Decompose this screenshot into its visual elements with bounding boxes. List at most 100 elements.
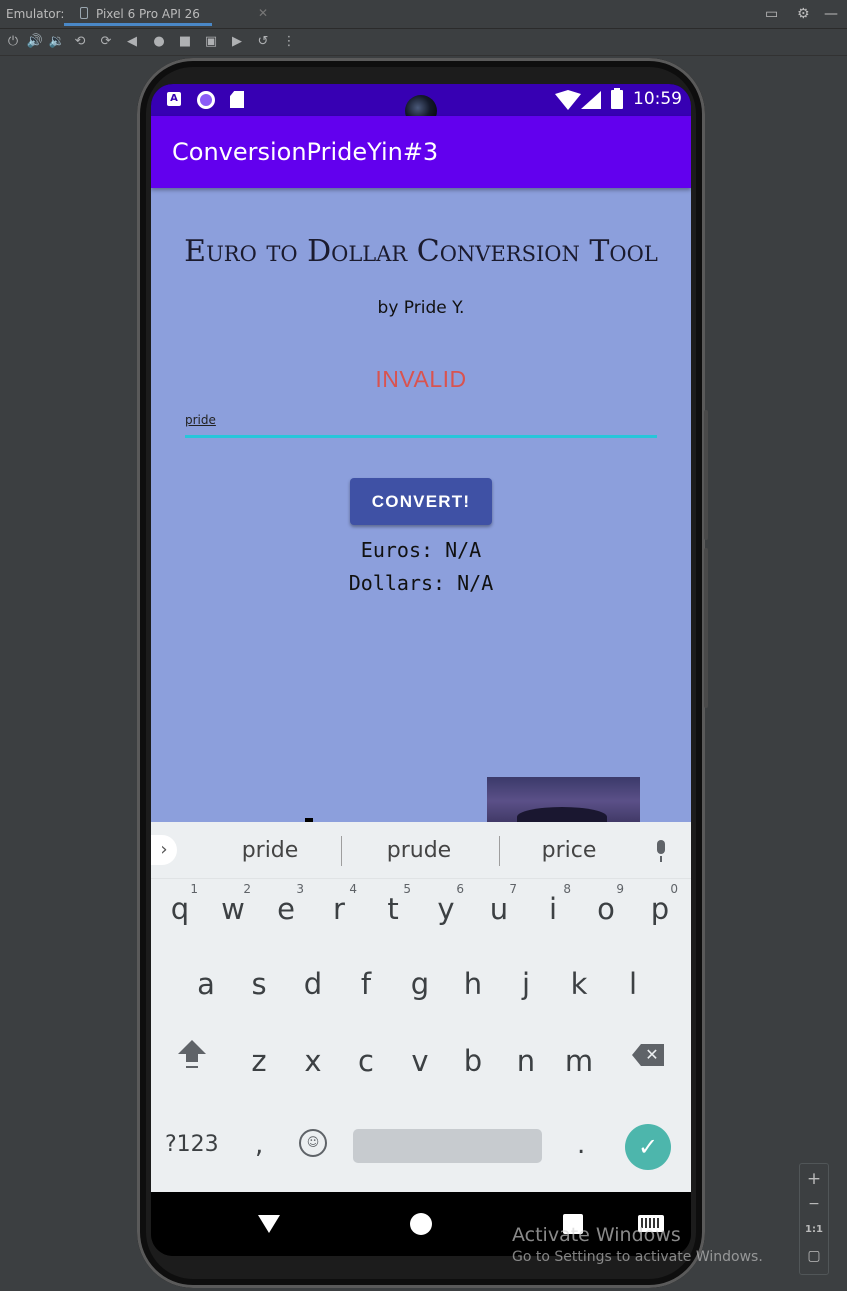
key-p[interactable]: p0 xyxy=(634,880,686,940)
volume-up-icon[interactable]: 🔊 xyxy=(26,33,44,51)
rotate-left-icon[interactable]: ⟲ xyxy=(71,33,89,51)
key-l[interactable]: l xyxy=(607,955,659,1015)
suggestion-strip: › pride prude price xyxy=(151,822,691,879)
key-h[interactable]: h xyxy=(447,955,499,1015)
app-bar: ConversionPrideYin#3 xyxy=(151,116,691,188)
emulator-titlebar: Emulator: Pixel 6 Pro API 26 ✕ ▭ ⚙ — xyxy=(0,0,847,29)
key-d[interactable]: d xyxy=(287,955,339,1015)
backspace-icon[interactable]: ✕ xyxy=(632,1044,664,1066)
key-k[interactable]: k xyxy=(553,955,605,1015)
shift-icon[interactable] xyxy=(178,1040,206,1068)
key-label: f xyxy=(360,967,372,1001)
signal-icon xyxy=(581,91,601,109)
key-label: q xyxy=(170,892,190,926)
key-v[interactable]: v xyxy=(394,1032,446,1092)
activation-watermark-subtitle: Go to Settings to activate Windows. xyxy=(512,1249,763,1265)
suggestion-1[interactable]: pride xyxy=(210,838,330,863)
device-icon xyxy=(80,7,88,19)
key-label: e xyxy=(277,892,295,926)
rotate-right-icon[interactable]: ⟳ xyxy=(97,33,115,51)
key-q[interactable]: q1 xyxy=(154,880,206,940)
shift-arrow xyxy=(178,1040,206,1054)
app-title: ConversionPrideYin#3 xyxy=(172,138,439,166)
key-u[interactable]: u7 xyxy=(473,880,525,940)
key-label: l xyxy=(628,967,638,1001)
overview-icon[interactable]: ■ xyxy=(176,33,194,51)
key-r[interactable]: r4 xyxy=(313,880,365,940)
period-key[interactable]: . xyxy=(577,1130,585,1160)
key-a[interactable]: a xyxy=(180,955,232,1015)
key-m[interactable]: m xyxy=(553,1032,605,1092)
window-mode-icon[interactable]: ▭ xyxy=(765,6,778,22)
comma-key[interactable]: , xyxy=(255,1130,263,1160)
emulator-toolbar: ⏻ 🔊 🔉 ⟲ ⟳ ◀ ● ■ ▣ ▶ ↺ ⋮ xyxy=(0,29,847,56)
key-s[interactable]: s xyxy=(233,955,285,1015)
key-x[interactable]: x xyxy=(287,1032,339,1092)
zoom-out-button[interactable]: − xyxy=(800,1196,828,1212)
activation-watermark-title: Activate Windows xyxy=(512,1224,681,1246)
key-b[interactable]: b xyxy=(447,1032,499,1092)
key-n[interactable]: n xyxy=(500,1032,552,1092)
key-label: j xyxy=(521,967,531,1001)
volume-down-icon[interactable]: 🔉 xyxy=(48,33,66,51)
device-tab-label: Pixel 6 Pro API 26 xyxy=(96,7,200,21)
more-icon[interactable]: ⋮ xyxy=(280,33,298,51)
expand-suggestions-icon[interactable]: › xyxy=(151,835,177,865)
euros-result: Euros: N/A xyxy=(360,538,482,562)
space-bar[interactable] xyxy=(353,1129,542,1163)
key-t[interactable]: t5 xyxy=(367,880,419,940)
nav-home-icon[interactable] xyxy=(410,1213,432,1235)
key-g[interactable]: g xyxy=(394,955,446,1015)
screenshot-icon[interactable]: ▣ xyxy=(202,33,220,51)
key-label: m xyxy=(564,1044,594,1078)
euro-input[interactable]: pride xyxy=(185,410,657,438)
key-label: i xyxy=(548,892,558,926)
suggestion-divider xyxy=(341,836,342,866)
key-c[interactable]: c xyxy=(340,1032,392,1092)
minimize-icon[interactable]: — xyxy=(824,6,838,22)
key-number-hint: 2 xyxy=(243,882,251,896)
zoom-in-button[interactable]: + xyxy=(800,1169,828,1189)
phone-screen: A 10:59 ConversionPrideYin#3 Euro to Dol… xyxy=(151,84,691,1256)
home-icon[interactable]: ● xyxy=(150,33,168,51)
screen-record-icon[interactable]: ▶ xyxy=(228,33,246,51)
euro-input-value[interactable]: pride xyxy=(185,413,216,427)
key-i[interactable]: i8 xyxy=(527,880,579,940)
key-y[interactable]: y6 xyxy=(420,880,472,940)
fit-screen-icon[interactable]: ▢ xyxy=(800,1248,828,1264)
key-number-hint: 4 xyxy=(349,882,357,896)
key-label: t xyxy=(387,892,399,926)
key-label: u xyxy=(489,892,509,926)
device-tab[interactable]: Pixel 6 Pro API 26 ✕ xyxy=(64,0,268,26)
key-label: p xyxy=(650,892,670,926)
key-o[interactable]: o9 xyxy=(580,880,632,940)
microphone-icon[interactable] xyxy=(657,840,665,862)
key-e[interactable]: e3 xyxy=(260,880,312,940)
nav-back-icon[interactable] xyxy=(258,1215,280,1233)
key-z[interactable]: z xyxy=(233,1032,285,1092)
symbols-key[interactable]: ?123 xyxy=(165,1132,219,1157)
key-w[interactable]: w2 xyxy=(207,880,259,940)
convert-button[interactable]: CONVERT! xyxy=(350,478,492,525)
suggestion-2[interactable]: prude xyxy=(359,838,479,863)
input-underline xyxy=(185,435,657,438)
enter-check-icon[interactable]: ✓ xyxy=(625,1124,671,1170)
key-label: y xyxy=(437,892,455,926)
emoji-icon[interactable]: ☺ xyxy=(299,1129,327,1157)
close-tab-icon[interactable]: ✕ xyxy=(258,6,268,20)
settings-gear-icon[interactable]: ⚙ xyxy=(797,6,810,22)
back-icon[interactable]: ◀ xyxy=(123,33,141,51)
key-label: x xyxy=(304,1044,322,1078)
snapshot-icon[interactable]: ↺ xyxy=(254,33,272,51)
key-f[interactable]: f xyxy=(340,955,392,1015)
power-icon[interactable]: ⏻ xyxy=(4,33,22,51)
key-j[interactable]: j xyxy=(500,955,552,1015)
key-number-hint: 3 xyxy=(296,882,304,896)
key-label: a xyxy=(197,967,215,1001)
zoom-actual-size-button[interactable]: 1:1 xyxy=(800,1224,828,1235)
key-number-hint: 7 xyxy=(509,882,517,896)
emulator-label: Emulator: xyxy=(6,7,65,21)
key-label: s xyxy=(251,967,267,1001)
status-time: 10:59 xyxy=(633,89,682,109)
suggestion-3[interactable]: price xyxy=(509,838,629,863)
